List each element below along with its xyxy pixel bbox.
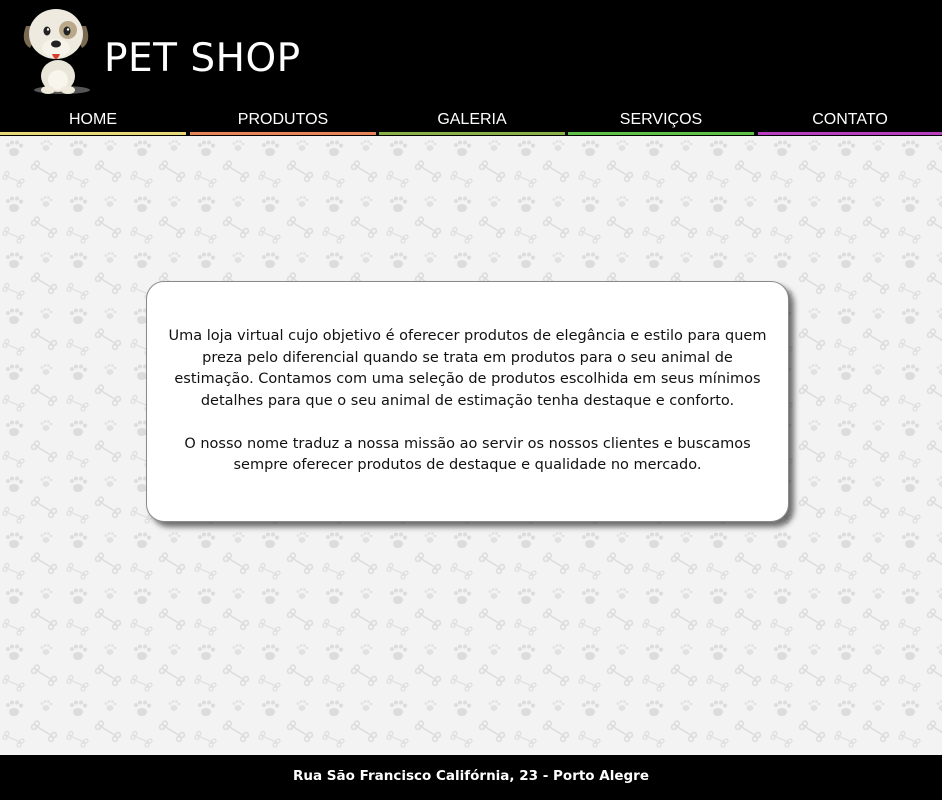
- nav-home[interactable]: HOME: [0, 108, 186, 136]
- nav-produtos[interactable]: PRODUTOS: [190, 108, 376, 136]
- nav-produtos-underline: [190, 132, 376, 135]
- nav-servicos[interactable]: SERVIÇOS: [568, 108, 754, 136]
- nav-home-underline: [0, 132, 186, 135]
- nav-servicos-underline: [568, 132, 754, 135]
- dog-logo-icon[interactable]: [18, 4, 94, 98]
- nav-contato-label: CONTATO: [812, 111, 888, 128]
- footer-address: Rua São Francisco Califórnia, 23 - Porto…: [292, 768, 649, 784]
- site-header: PET SHOP HOME PRODUTOS GALERIA SERVIÇOS …: [0, 0, 942, 136]
- nav-galeria[interactable]: GALERIA: [379, 108, 565, 136]
- nav-contato-underline: [758, 132, 942, 135]
- about-text: Uma loja virtual cujo objetivo é oferece…: [167, 326, 768, 477]
- nav-galeria-label: GALERIA: [437, 111, 507, 128]
- main-content: Uma loja virtual cujo objetivo é oferece…: [0, 136, 942, 755]
- nav-produtos-label: PRODUTOS: [237, 111, 329, 128]
- main-nav: HOME PRODUTOS GALERIA SERVIÇOS CONTATO: [0, 108, 942, 136]
- about-paragraph-2: O nosso nome traduz a nossa missão ao se…: [184, 435, 751, 474]
- nav-contato[interactable]: CONTATO: [758, 108, 942, 136]
- site-footer: Rua São Francisco Califórnia, 23 - Porto…: [0, 755, 942, 800]
- nav-home-label: HOME: [69, 111, 117, 128]
- about-paragraph-1: Uma loja virtual cujo objetivo é oferece…: [168, 328, 767, 409]
- nav-galeria-underline: [379, 132, 565, 135]
- site-title: PET SHOP: [104, 36, 301, 81]
- nav-servicos-label: SERVIÇOS: [619, 111, 703, 128]
- about-card: Uma loja virtual cujo objetivo é oferece…: [146, 281, 789, 522]
